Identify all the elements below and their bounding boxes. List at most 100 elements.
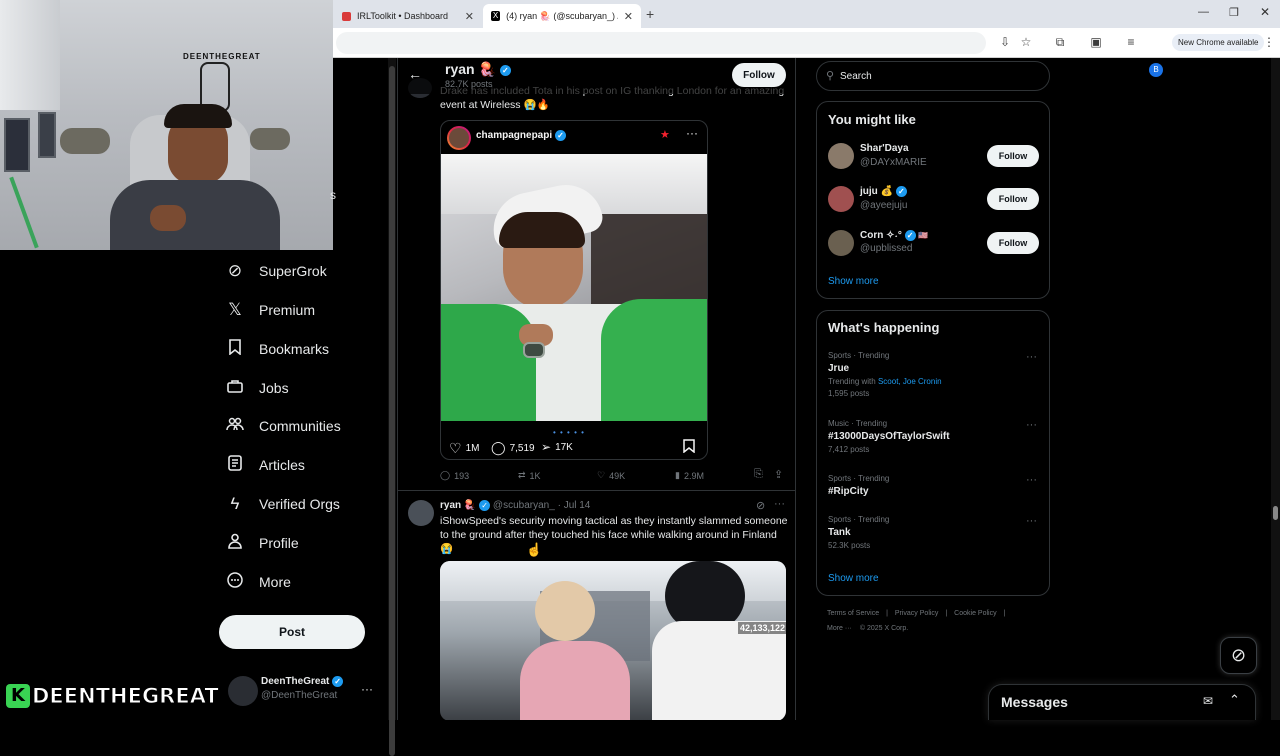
- tweet-more-icon[interactable]: ···: [774, 498, 785, 510]
- trend-item[interactable]: Sports · Trending #RipCity: [828, 474, 1038, 497]
- chrome-menu-icon[interactable]: ⋮: [1263, 35, 1275, 49]
- ig-like-stat[interactable]: ♡ 1M: [449, 440, 479, 457]
- avatar[interactable]: [828, 230, 854, 256]
- messages-drawer[interactable]: Messages ✉ ⌃: [988, 684, 1256, 720]
- left-scrollbar-thumb[interactable]: [389, 66, 395, 756]
- grok-floating-button[interactable]: ⊘: [1220, 637, 1257, 674]
- nav-item-premium[interactable]: 𝕏 Premium: [225, 296, 315, 324]
- browser-tab-x-profile[interactable]: X (4) ryan 🪼 (@scubaryan_) / X ✕: [483, 4, 641, 28]
- close-tab-icon[interactable]: ✕: [624, 10, 633, 23]
- bookmark-star-icon[interactable]: ☆: [1018, 35, 1034, 49]
- ig-username[interactable]: champagnepapi ✓: [476, 130, 566, 141]
- privacy-link[interactable]: Privacy Policy: [895, 610, 939, 617]
- share-icon[interactable]: ⇪: [774, 468, 783, 481]
- account-more-icon[interactable]: ···: [361, 682, 373, 696]
- nav-item-articles[interactable]: Articles: [225, 451, 305, 479]
- new-message-icon[interactable]: ✉: [1203, 694, 1213, 708]
- nav-label: Profile: [259, 535, 299, 551]
- nav-item-supergrok[interactable]: ⊘ SuperGrok: [225, 257, 327, 285]
- ig-more-icon[interactable]: ···: [686, 126, 698, 140]
- comment-icon: ◯: [491, 440, 506, 455]
- minimize-window-icon[interactable]: —: [1198, 6, 1209, 18]
- avatar[interactable]: [828, 143, 854, 169]
- follow-button[interactable]: Follow: [987, 188, 1039, 210]
- follow-button[interactable]: Follow: [732, 63, 786, 87]
- reply-icon: ◯: [440, 470, 451, 480]
- favorite-star-icon[interactable]: ★: [660, 128, 670, 141]
- new-tab-icon[interactable]: +: [646, 6, 654, 22]
- trend-more-icon[interactable]: ···: [1026, 419, 1037, 431]
- new-chrome-available-button[interactable]: New Chrome available: [1172, 34, 1265, 51]
- like-button[interactable]: ♡ 49K: [597, 470, 625, 481]
- trending-with-links[interactable]: Scoot, Joe Cronin: [878, 377, 942, 386]
- tweet-video[interactable]: 42,133,122: [440, 561, 786, 720]
- page-scrollbar[interactable]: [1271, 58, 1280, 720]
- install-app-icon[interactable]: ⇩: [997, 35, 1013, 49]
- ig-comment-stat[interactable]: ◯ 7,519: [491, 440, 535, 456]
- account-switcher[interactable]: DeenTheGreat ✓: [261, 676, 344, 687]
- trend-item[interactable]: Sports · Trending Jrue Trending with Sco…: [828, 351, 1038, 398]
- reply-button[interactable]: ◯ 193: [440, 470, 469, 481]
- footer-more-link[interactable]: More ···: [827, 625, 852, 632]
- post-button[interactable]: Post: [219, 615, 365, 649]
- nav-item-bookmarks[interactable]: Bookmarks: [225, 335, 329, 363]
- ig-photo[interactable]: [441, 154, 707, 421]
- ig-share-stat[interactable]: ➢ 17K: [541, 440, 573, 454]
- follow-button[interactable]: Follow: [987, 232, 1039, 254]
- nav-item-verified-orgs[interactable]: ϟ Verified Orgs: [225, 490, 340, 518]
- show-more-link[interactable]: Show more: [828, 276, 879, 287]
- retweet-button[interactable]: ⇄ 1K: [518, 470, 541, 481]
- x-favicon-icon: X: [491, 11, 501, 21]
- nav-item-jobs[interactable]: Jobs: [225, 374, 289, 402]
- tweet-author-handle[interactable]: @scubaryan_: [493, 500, 555, 511]
- trend-more-icon[interactable]: ···: [1026, 515, 1037, 527]
- trend-item[interactable]: Music · Trending #13000DaysOfTaylorSwift…: [828, 419, 1038, 454]
- instagram-embed[interactable]: champagnepapi ✓ ★ ··· • • • • • ♡ 1M ◯ 7,5…: [440, 120, 708, 460]
- suggestion-name-row[interactable]: Corn ✧˖° ✓ 🇺🇸: [860, 230, 928, 241]
- wall-frame-mid: [38, 112, 56, 158]
- suggestion-name-row[interactable]: juju 💰 ✓: [860, 186, 907, 197]
- nav-item-profile[interactable]: Profile: [225, 529, 299, 557]
- tweet-date[interactable]: Jul 14: [564, 500, 591, 511]
- streamer-hoodie: [110, 180, 280, 250]
- terms-link[interactable]: Terms of Service: [827, 610, 879, 617]
- you-might-like-title: You might like: [828, 112, 916, 127]
- follow-button[interactable]: Follow: [987, 145, 1039, 167]
- briefcase-icon: [225, 378, 245, 398]
- views-button[interactable]: ▮ 2.9M: [675, 470, 704, 481]
- avatar[interactable]: [408, 500, 434, 526]
- nav-item-communities[interactable]: Communities: [225, 412, 341, 440]
- close-window-icon[interactable]: ✕: [1260, 5, 1270, 19]
- trend-more-icon[interactable]: ···: [1026, 351, 1037, 363]
- reading-list-icon[interactable]: ≡: [1123, 35, 1139, 49]
- bookmark-icon[interactable]: ⎘: [754, 468, 763, 481]
- show-more-link[interactable]: Show more: [828, 573, 879, 584]
- left-scrollbar[interactable]: [388, 58, 396, 756]
- side-panel-icon[interactable]: ▣: [1088, 35, 1104, 49]
- nav-item-more[interactable]: More: [225, 568, 291, 596]
- browser-tab-irltoolkit[interactable]: IRLToolkit • Dashboard ✕: [334, 4, 482, 28]
- extensions-icon[interactable]: ⧉: [1052, 35, 1068, 50]
- grok-icon[interactable]: ⊘: [756, 499, 765, 512]
- restore-window-icon[interactable]: ❐: [1229, 6, 1239, 19]
- address-bar[interactable]: [336, 32, 986, 54]
- ig-shares-count: 17K: [555, 441, 573, 453]
- trend-posts: 52.3K posts: [828, 541, 871, 550]
- trend-item[interactable]: Sports · Trending Tank 52.3K posts: [828, 515, 1038, 550]
- search-input[interactable]: ⚲ Search: [816, 61, 1050, 91]
- back-arrow-icon[interactable]: ←: [408, 66, 422, 82]
- trend-more-icon[interactable]: ···: [1026, 474, 1037, 486]
- grok-icon: ⊘: [227, 261, 243, 280]
- messages-title: Messages: [1001, 694, 1068, 710]
- account-avatar[interactable]: [228, 676, 258, 706]
- streamer-hand: [150, 205, 186, 231]
- page-scrollbar-thumb[interactable]: [1273, 506, 1278, 520]
- tweet-author-name[interactable]: ryan 🪼: [440, 500, 476, 511]
- expand-chevron-icon[interactable]: ⌃: [1229, 692, 1240, 708]
- profile-avatar[interactable]: B: [1149, 63, 1163, 77]
- suggestion-name[interactable]: Shar'Daya: [860, 143, 909, 154]
- close-tab-icon[interactable]: ✕: [465, 10, 474, 23]
- ig-save-icon[interactable]: [683, 439, 695, 458]
- avatar[interactable]: [828, 186, 854, 212]
- cookie-link[interactable]: Cookie Policy: [954, 610, 996, 617]
